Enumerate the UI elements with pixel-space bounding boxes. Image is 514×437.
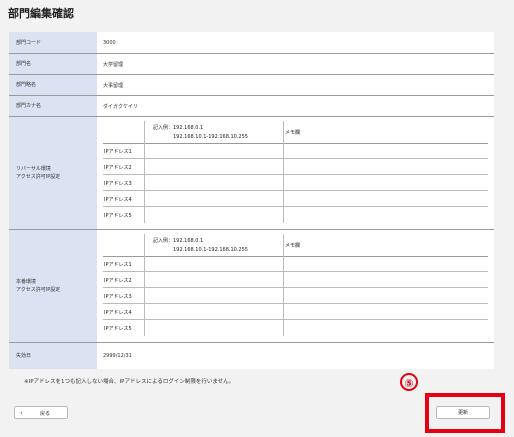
ip-table-header: 記入例：192.168.0.1 192.168.10.1-192.168.10.… bbox=[103, 234, 488, 257]
dept-name-value: 大学留理 bbox=[103, 61, 124, 68]
dept-kana-label: 部門カナ名 bbox=[9, 96, 97, 116]
row-expiry: 失効日 2999/12/31 bbox=[9, 343, 494, 369]
ip-note: ※IPアドレスを1つも記入しない場合、IPアドレスによるログイン制限を行いません… bbox=[24, 379, 235, 385]
ip-row-label: IPアドレス1 bbox=[104, 262, 132, 268]
ip-row-label: IPアドレス1 bbox=[104, 149, 132, 155]
ip-rehearsal-label: リバーサル環境 アクセス許可IP設定 bbox=[9, 117, 97, 229]
ip-example-line1: 記入例：192.168.0.1 bbox=[153, 125, 204, 131]
dept-code-value: 3000 bbox=[103, 39, 116, 46]
ip-row: IPアドレス4 bbox=[103, 191, 488, 207]
ip-row-label: IPアドレス5 bbox=[104, 213, 132, 219]
chevron-left-icon: ‹ bbox=[20, 409, 23, 417]
ip-row: IPアドレス1 bbox=[103, 143, 488, 159]
ip-table-header: 記入例：192.168.0.1 192.168.10.1-192.168.10.… bbox=[103, 121, 488, 144]
ip-production-label-line1: 本番環境 bbox=[16, 279, 37, 285]
ip-row: IPアドレス4 bbox=[103, 304, 488, 320]
back-button[interactable]: ‹ 戻る bbox=[14, 406, 68, 419]
step-number-badge: ⑤ bbox=[400, 373, 418, 391]
row-dept-code: 部門コード 3000 bbox=[9, 32, 494, 54]
ip-row-label: IPアドレス2 bbox=[104, 165, 132, 171]
expiry-value: 2999/12/31 bbox=[103, 353, 132, 359]
memo-header: メモ欄 bbox=[285, 130, 301, 136]
ip-row-label: IPアドレス4 bbox=[104, 197, 132, 203]
ip-row-label: IPアドレス4 bbox=[104, 310, 132, 316]
ip-rehearsal-label-line1: リバーサル環境 bbox=[16, 166, 51, 172]
ip-row: IPアドレス1 bbox=[103, 256, 488, 272]
dept-short-value: 大事留理 bbox=[103, 82, 124, 89]
ip-production-label: 本番環境 アクセス許可IP設定 bbox=[9, 230, 97, 342]
row-dept-kana: 部門カナ名 ダイガクケイリ bbox=[9, 96, 494, 117]
back-button-label: 戻る bbox=[40, 411, 51, 417]
ip-row-label: IPアドレス2 bbox=[104, 278, 132, 284]
ip-row-label: IPアドレス3 bbox=[104, 181, 132, 187]
ip-rehearsal-label-line2: アクセス許可IP設定 bbox=[16, 174, 61, 180]
dept-code-label: 部門コード bbox=[9, 32, 97, 53]
ip-row-label: IPアドレス3 bbox=[104, 294, 132, 300]
ip-row-label: IPアドレス5 bbox=[104, 326, 132, 332]
ip-row: IPアドレス2 bbox=[103, 272, 488, 288]
row-ip-rehearsal: リバーサル環境 アクセス許可IP設定 記入例：192.168.0.1 192.1… bbox=[9, 117, 494, 230]
ip-example-line2: 192.168.10.1-192.168.10.255 bbox=[173, 247, 248, 253]
ip-row: IPアドレス3 bbox=[103, 288, 488, 304]
ip-example-line1: 記入例：192.168.0.1 bbox=[153, 238, 204, 244]
ip-row: IPアドレス2 bbox=[103, 159, 488, 175]
page-title: 部門編集確認 bbox=[8, 7, 74, 20]
row-dept-short: 部門略名 大事留理 bbox=[9, 75, 494, 96]
ip-example-line2: 192.168.10.1-192.168.10.255 bbox=[173, 134, 248, 140]
confirmation-form: 部門コード 3000 部門名 大学留理 部門略名 大事留理 部門カナ名 ダイガク… bbox=[9, 32, 494, 369]
memo-header: メモ欄 bbox=[285, 243, 301, 249]
ip-row: IPアドレス5 bbox=[103, 207, 488, 223]
row-dept-name: 部門名 大学留理 bbox=[9, 54, 494, 75]
row-ip-production: 本番環境 アクセス許可IP設定 記入例：192.168.0.1 192.168.… bbox=[9, 230, 494, 343]
dept-short-label: 部門略名 bbox=[9, 75, 97, 95]
ip-production-label-line2: アクセス許可IP設定 bbox=[16, 287, 61, 293]
dept-name-label: 部門名 bbox=[9, 54, 97, 74]
ip-row: IPアドレス5 bbox=[103, 320, 488, 336]
expiry-label: 失効日 bbox=[9, 343, 97, 369]
dept-kana-value: ダイガクケイリ bbox=[103, 103, 138, 110]
ip-row: IPアドレス3 bbox=[103, 175, 488, 191]
update-button[interactable]: 更新 bbox=[436, 406, 490, 419]
